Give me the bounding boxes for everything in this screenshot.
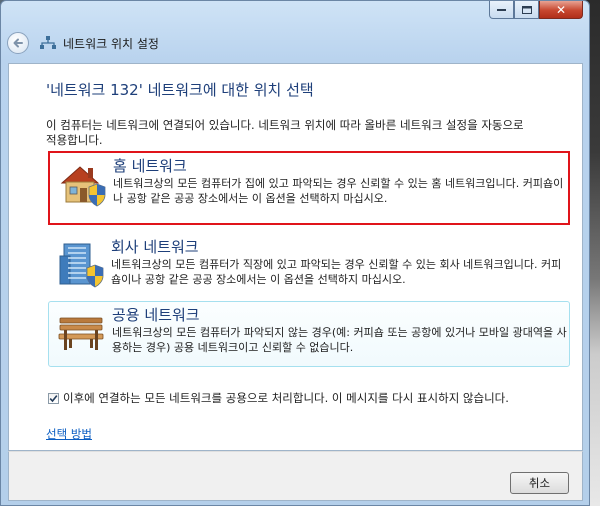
- network-icon: [40, 36, 56, 49]
- minimize-icon: [497, 8, 506, 11]
- work-network-description: 네트워크상의 모든 컴퓨터가 직장에 있고 파악되는 경우 신뢰할 수 있는 회…: [111, 258, 562, 286]
- dialog-window: ✕ 네트워크 위치 설정 '네트워크 132' 네트워크에 대한 위치 선택 이…: [0, 0, 590, 506]
- treat-all-public-checkbox[interactable]: [48, 392, 59, 404]
- close-button[interactable]: ✕: [539, 1, 583, 19]
- public-network-title: 공용 네트워크: [112, 306, 200, 324]
- work-network-title: 회사 네트워크: [111, 238, 199, 256]
- help-link[interactable]: 선택 방법: [46, 426, 92, 442]
- home-network-description: 네트워크상의 모든 컴퓨터가 집에 있고 파악되는 경우 신뢰할 수 있는 홈 …: [113, 177, 564, 205]
- back-button[interactable]: [7, 32, 29, 54]
- cancel-button[interactable]: 취소: [510, 472, 569, 494]
- caption-buttons: ✕: [489, 1, 583, 21]
- back-arrow-icon: [13, 38, 23, 48]
- office-building-icon: [59, 243, 104, 288]
- minimize-button[interactable]: [489, 1, 514, 19]
- footer: 취소: [8, 451, 583, 501]
- public-network-option[interactable]: 공용 네트워크 네트워크상의 모든 컴퓨터가 파악되지 않는 경우(예: 커피숍…: [48, 301, 570, 367]
- maximize-button[interactable]: [514, 1, 539, 19]
- home-network-option[interactable]: 홈 네트워크 네트워크상의 모든 컴퓨터가 집에 있고 파악되는 경우 신뢰할 …: [48, 151, 570, 225]
- work-network-option[interactable]: 회사 네트워크 네트워크상의 모든 컴퓨터가 직장에 있고 파악되는 경우 신뢰…: [48, 234, 570, 296]
- public-network-description: 네트워크상의 모든 컴퓨터가 파악되지 않는 경우(예: 커피숍 또는 공항에 …: [112, 326, 567, 354]
- page-description: 이 컴퓨터는 네트워크에 연결되어 있습니다. 네트워크 위치에 따라 올바른 …: [46, 118, 524, 147]
- park-bench-icon: [58, 317, 104, 350]
- close-icon: ✕: [555, 2, 567, 17]
- treat-all-public-label: 이후에 연결하는 모든 네트워크를 공용으로 처리합니다. 이 메시지를 다시 …: [63, 391, 509, 405]
- page-heading: '네트워크 132' 네트워크에 대한 위치 선택: [46, 81, 314, 99]
- maximize-icon: [521, 5, 532, 14]
- treat-all-public-checkbox-row[interactable]: 이후에 연결하는 모든 네트워크를 공용으로 처리합니다. 이 메시지를 다시 …: [48, 390, 509, 406]
- house-icon: [60, 166, 106, 207]
- content-area: '네트워크 132' 네트워크에 대한 위치 선택 이 컴퓨터는 네트워크에 연…: [8, 63, 583, 451]
- window-title: 네트워크 위치 설정: [63, 36, 159, 51]
- checkmark-icon: [49, 394, 58, 402]
- title-bar: 네트워크 위치 설정: [7, 29, 583, 57]
- home-network-title: 홈 네트워크: [113, 157, 187, 175]
